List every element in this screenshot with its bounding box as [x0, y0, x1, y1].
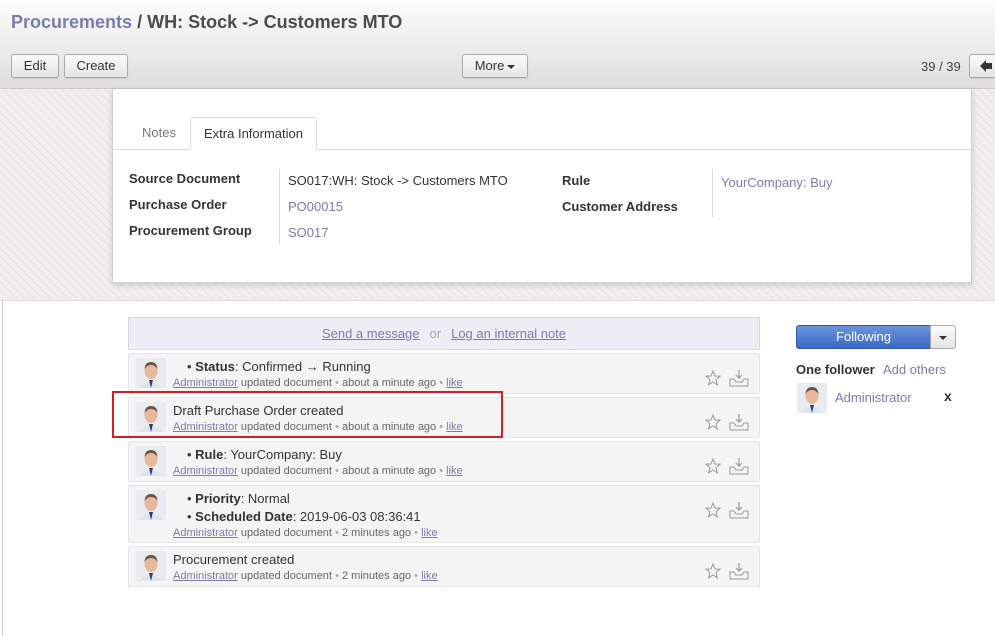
message-line: • Status: Confirmed → Running: [187, 359, 371, 374]
star-icon[interactable]: [705, 458, 721, 474]
tracking-field-value: : Normal: [240, 491, 290, 506]
message-author-link[interactable]: Administrator: [173, 465, 238, 477]
breadcrumb: Procurements / WH: Stock -> Customers MT…: [11, 12, 402, 33]
like-link[interactable]: like: [421, 570, 438, 582]
like-link[interactable]: like: [421, 527, 438, 539]
purchase-order-label: Purchase Order: [129, 197, 227, 212]
message-line: • Priority: Normal: [187, 491, 290, 506]
tab-notes[interactable]: Notes: [129, 117, 189, 150]
source-document-label: Source Document: [129, 171, 241, 186]
page-title: WH: Stock -> Customers MTO: [147, 12, 403, 32]
tracking-field-value: : YourCompany: Buy: [223, 447, 342, 462]
message-time: about a minute ago: [341, 377, 437, 389]
message-meta: Administrator updated document • about a…: [173, 377, 463, 389]
tracking-field-name: Priority: [195, 491, 241, 506]
following-button[interactable]: Following: [796, 325, 931, 349]
arrow-left-icon: [980, 60, 992, 72]
follower-name-link[interactable]: Administrator: [835, 390, 912, 405]
notebook-tabs: Notes Extra Information: [113, 117, 971, 150]
tracking-field-name: Status: [195, 359, 235, 374]
pager-value: 39 / 39: [921, 59, 961, 74]
message-meta: Administrator updated document • 2 minut…: [173, 527, 438, 539]
message-author-link[interactable]: Administrator: [173, 377, 238, 389]
avatar: [136, 490, 166, 520]
followers-count: One follower: [796, 362, 875, 377]
archive-icon[interactable]: [729, 562, 749, 580]
tab-extra-information[interactable]: Extra Information: [190, 117, 317, 150]
message-line: • Scheduled Date: 2019-06-03 08:36:41: [187, 509, 421, 524]
field-separator: [712, 169, 713, 217]
purchase-order-link[interactable]: PO00015: [288, 199, 343, 214]
message-body: Procurement created: [173, 552, 295, 567]
star-icon[interactable]: [705, 370, 721, 386]
archive-icon[interactable]: [729, 501, 749, 519]
create-button[interactable]: Create: [64, 54, 128, 78]
message-item: • Rule: YourCompany: Buy Administrator u…: [128, 441, 760, 482]
caret-down-icon: [507, 64, 516, 69]
edit-button[interactable]: Edit: [11, 54, 59, 78]
more-dropdown[interactable]: More: [462, 54, 528, 78]
archive-icon[interactable]: [729, 369, 749, 387]
customer-address-label: Customer Address: [562, 199, 678, 214]
follower-avatar: [797, 383, 827, 413]
chatter-composer: Send a message or Log an internal note: [128, 317, 760, 350]
message-meta: Administrator updated document • 2 minut…: [173, 570, 438, 582]
highlight-box: [112, 391, 503, 438]
log-note-link[interactable]: Log an internal note: [451, 326, 566, 341]
archive-icon[interactable]: [729, 413, 749, 431]
tracking-field-name: Scheduled Date: [195, 509, 293, 524]
caret-down-icon: [939, 335, 947, 340]
procurement-group-link[interactable]: SO017: [288, 225, 328, 240]
message-time: 2 minutes ago: [341, 570, 412, 582]
field-separator: [279, 169, 280, 245]
more-label: More: [474, 58, 505, 73]
rule-link[interactable]: YourCompany: Buy: [721, 175, 833, 190]
remove-follower-icon[interactable]: x: [944, 388, 952, 404]
tracking-field-value: : Confirmed → Running: [234, 359, 371, 374]
procurement-group-label: Procurement Group: [129, 223, 252, 238]
message-author-link[interactable]: Administrator: [173, 527, 238, 539]
tracking-field-value: : 2019-06-03 08:36:41: [292, 509, 421, 524]
rule-label: Rule: [562, 173, 591, 188]
like-link[interactable]: like: [446, 377, 463, 389]
control-panel: Procurements / WH: Stock -> Customers MT…: [0, 0, 995, 89]
source-document-value: SO017:WH: Stock -> Customers MTO: [288, 173, 508, 188]
message-action: updated document: [240, 527, 332, 539]
avatar: [136, 551, 166, 581]
message-item: • Status: Confirmed → Running Administra…: [128, 353, 760, 394]
message-time: 2 minutes ago: [341, 527, 412, 539]
pager-previous-button[interactable]: [969, 54, 995, 78]
composer-or: or: [429, 326, 442, 341]
breadcrumb-separator: /: [137, 12, 143, 32]
breadcrumb-procurements-link[interactable]: Procurements: [11, 12, 132, 32]
message-meta: Administrator updated document • about a…: [173, 465, 463, 477]
message-item: Procurement created Administrator update…: [128, 546, 760, 587]
message-line: • Rule: YourCompany: Buy: [187, 447, 342, 462]
avatar: [136, 446, 166, 476]
tracking-field-name: Rule: [195, 447, 224, 462]
star-icon[interactable]: [705, 563, 721, 579]
star-icon[interactable]: [705, 414, 721, 430]
add-followers-link[interactable]: Add others: [883, 362, 946, 377]
message-author-link[interactable]: Administrator: [173, 570, 238, 582]
followers-dropdown-button[interactable]: [930, 325, 956, 349]
left-border: [2, 300, 3, 636]
message-action: updated document: [240, 377, 332, 389]
message-time: about a minute ago: [341, 465, 437, 477]
archive-icon[interactable]: [729, 457, 749, 475]
star-icon[interactable]: [705, 502, 721, 518]
message-item: • Priority: Normal • Scheduled Date: 201…: [128, 485, 760, 543]
avatar: [136, 358, 166, 388]
like-link[interactable]: like: [446, 465, 463, 477]
send-message-link[interactable]: Send a message: [322, 326, 420, 341]
message-action: updated document: [240, 465, 332, 477]
message-action: updated document: [240, 570, 332, 582]
form-sheet: Notes Extra Information Source Document …: [112, 89, 972, 283]
